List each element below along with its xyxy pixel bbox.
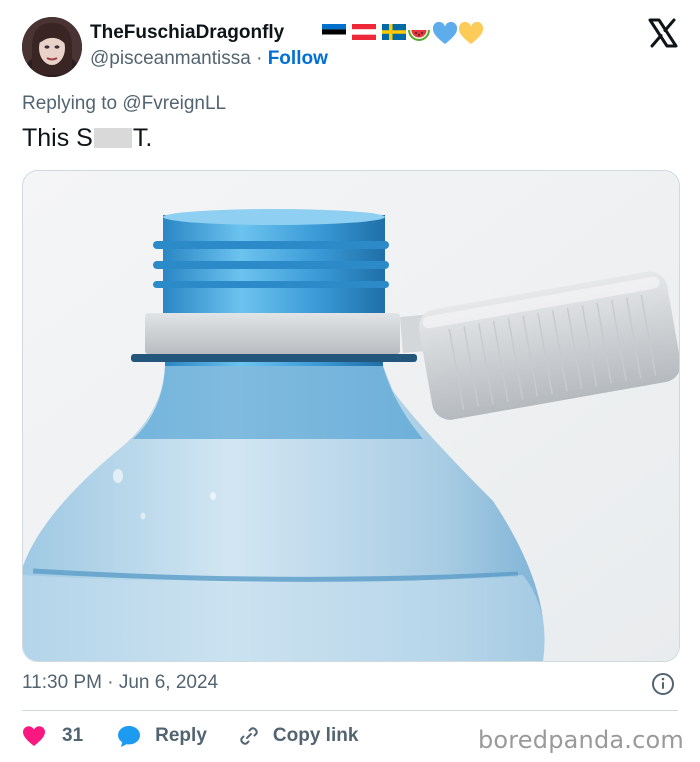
handle[interactable]: @pisceanmantissa bbox=[90, 48, 251, 69]
flag-group bbox=[322, 24, 406, 40]
redaction-block bbox=[93, 128, 132, 148]
link-icon bbox=[240, 727, 258, 745]
like-count: 31 bbox=[62, 725, 84, 746]
copy-link-button[interactable]: Copy link bbox=[237, 724, 359, 748]
reply-label: Reply bbox=[155, 725, 207, 746]
reply-context-handle[interactable]: @FvreignLL bbox=[122, 93, 226, 114]
info-icon[interactable] bbox=[651, 672, 675, 696]
tweet-text-before: This S bbox=[22, 124, 93, 152]
like-button[interactable]: 31 bbox=[22, 725, 83, 747]
tweet-media[interactable] bbox=[22, 170, 680, 662]
reply-button[interactable]: Reply bbox=[117, 724, 207, 748]
estonia-flag-icon bbox=[322, 24, 346, 40]
bottle-photo bbox=[23, 171, 679, 661]
meta-separator: · bbox=[107, 672, 114, 693]
copy-link-label: Copy link bbox=[272, 725, 359, 746]
watermelon-icon bbox=[408, 30, 430, 41]
austria-flag-icon bbox=[352, 24, 376, 40]
follow-button[interactable]: Follow bbox=[268, 48, 328, 69]
tweet-timestamp[interactable]: 11:30 PM · Jun 6, 2024 bbox=[22, 672, 218, 694]
divider bbox=[22, 710, 678, 711]
heart-icon bbox=[23, 726, 45, 746]
watermark: boredpanda.com bbox=[477, 726, 684, 754]
reply-context-prefix: Replying to bbox=[22, 93, 118, 114]
yellow-heart-icon bbox=[458, 22, 484, 44]
display-name[interactable]: TheFuschiaDragonfly bbox=[90, 22, 284, 44]
tweet-date: Jun 6, 2024 bbox=[118, 672, 219, 693]
separator: · bbox=[256, 48, 263, 69]
tweet-text: This S T. bbox=[22, 124, 152, 153]
sweden-flag-icon bbox=[382, 24, 406, 40]
emoji-group bbox=[406, 22, 484, 46]
x-logo-icon[interactable] bbox=[648, 18, 678, 48]
reply-context: Replying to @FvreignLL bbox=[22, 93, 226, 115]
handle-row: @pisceanmantissa · Follow bbox=[90, 48, 328, 70]
reply-bubble-icon bbox=[118, 726, 141, 747]
tweet-text-after: T. bbox=[132, 124, 153, 152]
action-bar: 31 Reply Copy link bbox=[22, 722, 358, 750]
tweet-time: 11:30 PM bbox=[22, 672, 102, 693]
blue-heart-icon bbox=[432, 22, 458, 44]
avatar[interactable] bbox=[22, 17, 82, 77]
avatar-image bbox=[22, 17, 82, 77]
